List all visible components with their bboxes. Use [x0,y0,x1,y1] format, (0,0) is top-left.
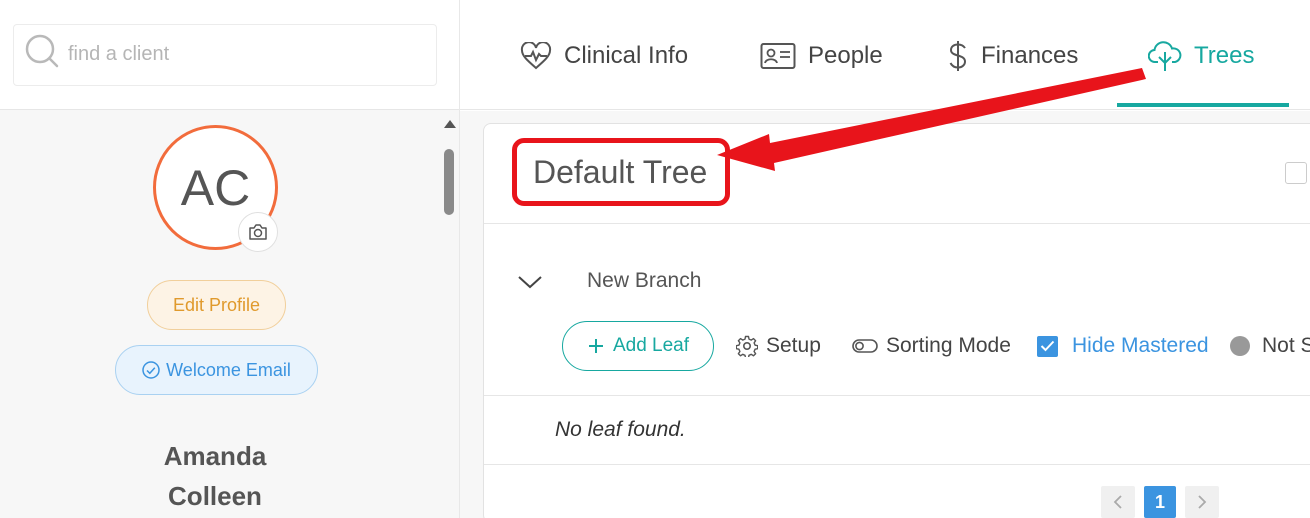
add-leaf-label: Add Leaf [612,335,690,356]
empty-leaf-message: No leaf found. [555,418,686,441]
not-status-label: Not S [1262,334,1310,357]
welcome-email-button[interactable]: Welcome Email [115,345,318,395]
toggle-icon [852,339,878,353]
pagination-next-button[interactable] [1185,486,1219,518]
search-icon [25,34,59,68]
gear-icon [736,335,758,357]
annotation-highlight-box [512,138,730,206]
plus-icon [588,339,603,353]
tab-people-label: People [808,42,883,69]
pagination-prev-button[interactable] [1101,486,1135,518]
client-first-name: Amanda [163,441,267,471]
search-area [0,0,459,110]
dollar-icon [949,41,967,71]
hide-mastered-checkbox[interactable]: Hide Mastered [1037,331,1209,361]
checkbox-checked-icon[interactable] [1037,335,1058,357]
tab-trees-label: Trees [1194,42,1255,69]
tab-people[interactable]: People [760,34,883,78]
setup-label: Setup [766,334,821,357]
hide-mastered-label: Hide Mastered [1072,334,1209,357]
top-nav: Clinical Info People Finances Trees [460,0,1310,110]
divider [484,395,1310,396]
tab-finances[interactable]: Finances [947,34,1078,78]
chevron-left-icon [1113,495,1122,509]
sidebar-scrollbar[interactable] [441,116,457,518]
tab-finances-label: Finances [981,42,1079,69]
tab-trees[interactable]: Trees [1148,34,1254,78]
search-box[interactable] [13,24,437,86]
chevron-right-icon [1198,495,1207,509]
setup-button[interactable]: Setup [736,331,821,361]
pagination-page-current[interactable]: 1 [1144,486,1176,518]
welcome-email-label: Welcome Email [166,359,291,380]
tree-icon [1148,41,1182,71]
camera-icon[interactable] [238,212,278,252]
client-name: Amanda Colleen [100,436,330,516]
pagination: 1 [1101,486,1219,518]
status-dot-icon [1230,336,1250,356]
not-status-filter[interactable]: Not S [1230,331,1310,361]
search-input[interactable] [68,39,418,69]
avatar-initials: AC [180,159,251,216]
tab-clinical-info-label: Clinical Info [564,42,689,69]
header-checkbox[interactable] [1285,162,1307,184]
tab-clinical-info[interactable]: Clinical Info [520,34,688,78]
active-tab-indicator [1117,103,1289,107]
heartbeat-icon [520,42,552,70]
check-circle-icon [142,361,160,379]
scroll-up-arrow-icon[interactable] [444,120,456,128]
client-last-name: Colleen [168,481,262,511]
sorting-mode-label: Sorting Mode [886,334,1011,357]
client-sidebar: AC Edit Profile Welcome Email Amanda Col… [0,0,460,518]
id-card-icon [760,43,796,69]
chevron-down-icon[interactable] [517,274,543,290]
scroll-thumb[interactable] [444,149,454,215]
client-profile: AC Edit Profile Welcome Email Amanda Col… [0,111,440,518]
sorting-mode-toggle[interactable]: Sorting Mode [852,331,1011,361]
app-root: AC Edit Profile Welcome Email Amanda Col… [0,0,1310,518]
add-leaf-button[interactable]: Add Leaf [562,321,714,371]
divider [484,464,1310,465]
edit-profile-button[interactable]: Edit Profile [147,280,286,330]
branch-name[interactable]: New Branch [587,269,701,293]
